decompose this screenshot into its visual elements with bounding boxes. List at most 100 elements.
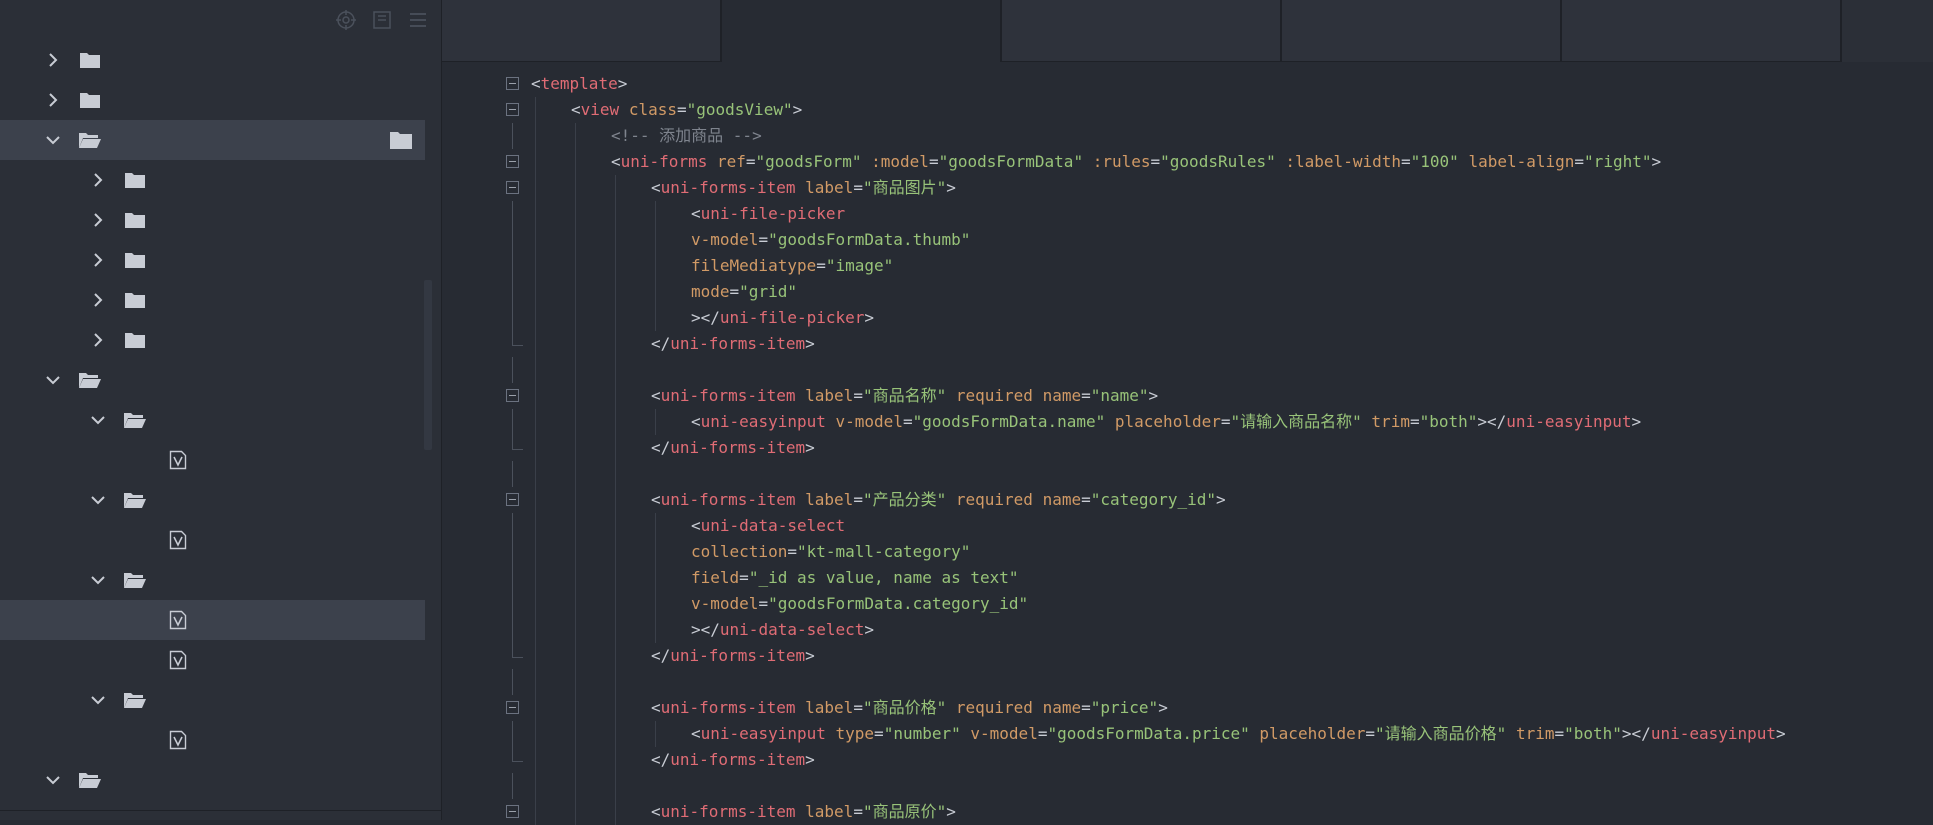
code-line[interactable] xyxy=(442,461,1933,487)
folder-item-self[interactable] xyxy=(0,280,425,320)
indent-guide xyxy=(575,279,576,305)
chevron-down-icon[interactable] xyxy=(44,771,62,789)
new-folder-icon[interactable] xyxy=(389,130,413,150)
fold-range-marker xyxy=(512,305,513,331)
indent-guide xyxy=(615,773,616,799)
code-line[interactable]: <uni-forms-item label="商品名称" required na… xyxy=(442,383,1933,409)
file-item-add-vue[interactable] xyxy=(0,600,425,640)
folder-item-land[interactable] xyxy=(0,200,425,240)
fold-toggle-icon[interactable] xyxy=(506,389,519,402)
indent-guide xyxy=(535,487,536,513)
folder-item-components[interactable] xyxy=(0,80,425,120)
chevron-down-icon[interactable] xyxy=(89,411,107,429)
tab-category-vue[interactable] xyxy=(1562,0,1842,62)
folder-item-pages[interactable] xyxy=(0,120,425,160)
code-line[interactable]: ></uni-data-select> xyxy=(442,617,1933,643)
chevron-down-icon[interactable] xyxy=(44,371,62,389)
chevron-right-icon[interactable] xyxy=(44,91,62,109)
code-line[interactable]: v-model="goodsFormData.thumb" xyxy=(442,227,1933,253)
fold-toggle-icon[interactable] xyxy=(506,805,519,818)
code-line[interactable]: <uni-data-select xyxy=(442,513,1933,539)
code-line[interactable]: <uni-forms-item label="产品分类" required na… xyxy=(442,487,1933,513)
folder-item-goods[interactable] xyxy=(0,560,425,600)
chevron-right-icon[interactable] xyxy=(89,211,107,229)
tab-index-vue[interactable] xyxy=(442,0,722,62)
folder-item-shop[interactable] xyxy=(0,320,425,360)
code-line[interactable]: </uni-forms-item> xyxy=(442,747,1933,773)
code-line[interactable] xyxy=(442,357,1933,383)
indent-guide xyxy=(615,617,616,643)
chevron-right-icon[interactable] xyxy=(89,291,107,309)
code-line[interactable]: <uni-forms-item label="商品价格" required na… xyxy=(442,695,1933,721)
chevron-down-icon[interactable] xyxy=(89,491,107,509)
code-token: = xyxy=(1220,412,1231,431)
indent-guide xyxy=(655,279,656,305)
tab-pages-json[interactable] xyxy=(1002,0,1282,62)
fold-toggle-icon[interactable] xyxy=(506,103,519,116)
chevron-down-icon[interactable] xyxy=(89,691,107,709)
code-line[interactable]: <uni-forms-item label="商品原价"> xyxy=(442,799,1933,825)
code-view[interactable]: <template> <view class="goodsView"> <!-- 添… xyxy=(442,71,1933,825)
collapse-icon[interactable] xyxy=(371,9,393,31)
code-line[interactable]: field="_id as value, name as text" xyxy=(442,565,1933,591)
indent-guide xyxy=(615,305,616,331)
code-line[interactable]: fileMediatype="image" xyxy=(442,253,1933,279)
code-line[interactable]: <view class="goodsView"> xyxy=(442,97,1933,123)
chevron-down-icon[interactable] xyxy=(89,571,107,589)
code-line[interactable]: </uni-forms-item> xyxy=(442,331,1933,357)
code-line[interactable]: <uni-forms ref="goodsForm" :model="goods… xyxy=(442,149,1933,175)
target-icon[interactable] xyxy=(335,9,357,31)
file-item-index-vue[interactable] xyxy=(0,720,425,760)
code-line[interactable] xyxy=(442,669,1933,695)
chevron-right-icon[interactable] xyxy=(89,251,107,269)
code-line[interactable]: collection="kt-mall-category" xyxy=(442,539,1933,565)
folder-item-category[interactable] xyxy=(0,480,425,520)
code-line[interactable]: </uni-forms-item> xyxy=(442,643,1933,669)
folder-item-pagesub[interactable] xyxy=(0,760,425,800)
code-line[interactable]: <uni-easyinput type="number" v-model="go… xyxy=(442,721,1933,747)
code-line[interactable]: <!-- 添加商品 --> xyxy=(442,123,1933,149)
indent-guide xyxy=(615,695,616,721)
code-line[interactable]: v-model="goodsFormData.category_id" xyxy=(442,591,1933,617)
fold-toggle-icon[interactable] xyxy=(506,493,519,506)
explorer-scrollbar[interactable] xyxy=(424,280,432,450)
folder-item-index[interactable] xyxy=(0,160,425,200)
code-line[interactable]: mode="grid" xyxy=(442,279,1933,305)
code-line[interactable]: ></uni-file-picker> xyxy=(442,305,1933,331)
code-line[interactable]: </uni-forms-item> xyxy=(442,435,1933,461)
chevron-right-icon[interactable] xyxy=(89,331,107,349)
fold-toggle-icon[interactable] xyxy=(506,77,519,90)
file-item-list-vue[interactable] xyxy=(0,640,425,680)
tab-brand-vue[interactable] xyxy=(1282,0,1562,62)
code-line[interactable]: <uni-file-picker xyxy=(442,201,1933,227)
code-line[interactable]: <uni-easyinput v-model="goodsFormData.na… xyxy=(442,409,1933,435)
chevron-right-icon[interactable] xyxy=(44,51,62,69)
folder-item-pages-manage[interactable] xyxy=(0,360,425,400)
fold-toggle-icon[interactable] xyxy=(506,155,519,168)
chevron-right-icon[interactable] xyxy=(89,171,107,189)
folder-item-brand[interactable] xyxy=(0,400,425,440)
fold-toggle-icon[interactable] xyxy=(506,181,519,194)
folder-item-renyang[interactable] xyxy=(0,240,425,280)
indent-guide xyxy=(615,435,616,461)
indent-guide xyxy=(615,357,616,383)
folder-item-index[interactable] xyxy=(0,680,425,720)
code-token: ></ xyxy=(691,620,720,639)
code-token: required xyxy=(955,490,1033,509)
tab-add-vue[interactable] xyxy=(722,0,1002,62)
indent-guide xyxy=(575,149,576,175)
chevron-down-icon[interactable] xyxy=(44,131,62,149)
code-token: "goodsForm" xyxy=(755,152,862,171)
file-item-brand-vue[interactable] xyxy=(0,440,425,480)
indent-guide xyxy=(615,227,616,253)
fold-toggle-icon[interactable] xyxy=(506,701,519,714)
file-item-category-vue[interactable] xyxy=(0,520,425,560)
code-line[interactable]: <template> xyxy=(442,71,1933,97)
code-line[interactable] xyxy=(442,773,1933,799)
menu-icon[interactable] xyxy=(407,9,429,31)
folder-item--hbuilderx[interactable] xyxy=(0,40,425,80)
code-line[interactable]: <uni-forms-item label="商品图片"> xyxy=(442,175,1933,201)
